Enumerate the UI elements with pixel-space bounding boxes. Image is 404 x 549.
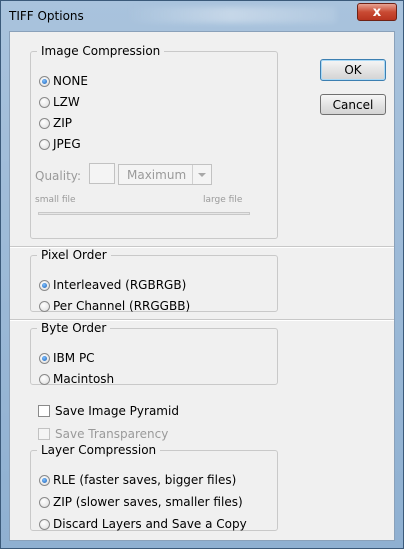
radio-macintosh[interactable]: Macintosh [39, 370, 114, 388]
save-transparency-label: Save Transparency [55, 427, 169, 441]
radio-per-channel-indicator[interactable] [39, 300, 50, 312]
radio-none-indicator[interactable] [39, 75, 50, 87]
cancel-button[interactable]: Cancel [320, 94, 386, 115]
ok-button[interactable]: OK [320, 59, 386, 81]
close-button[interactable]: x [357, 3, 397, 21]
dialog-window: TIFF Options x Image Compression NONE LZ… [0, 0, 404, 549]
byte-order-legend: Byte Order [41, 321, 107, 335]
radio-macintosh-indicator[interactable] [39, 373, 50, 385]
title-bar[interactable]: TIFF Options x [1, 1, 403, 31]
save-image-pyramid-box[interactable] [38, 405, 50, 417]
radio-lzw[interactable]: LZW [39, 93, 80, 111]
large-file-label: large file [203, 195, 243, 205]
radio-layer-zip-indicator[interactable] [39, 496, 50, 508]
radio-rle-label: RLE (faster saves, bigger files) [53, 473, 237, 487]
save-image-pyramid-checkbox[interactable]: Save Image Pyramid [38, 402, 179, 420]
window-title: TIFF Options [9, 9, 84, 23]
image-compression-legend: Image Compression [41, 44, 161, 58]
radio-zip-indicator[interactable] [39, 117, 50, 129]
radio-ibm-pc[interactable]: IBM PC [39, 349, 95, 367]
radio-layer-zip[interactable]: ZIP (slower saves, smaller files) [39, 493, 243, 511]
radio-discard-layers-indicator[interactable] [39, 518, 50, 530]
pixel-order-group: Pixel Order Interleaved (RGBRGB) Per Cha… [30, 248, 278, 315]
radio-layer-zip-label: ZIP (slower saves, smaller files) [53, 495, 243, 509]
pixel-order-legend: Pixel Order [41, 248, 107, 262]
radio-per-channel-label: Per Channel (RRGGBB) [53, 299, 191, 313]
radio-rle[interactable]: RLE (faster saves, bigger files) [39, 471, 236, 489]
radio-none-label: NONE [53, 74, 88, 88]
radio-jpeg-indicator[interactable] [39, 138, 50, 150]
quality-slider[interactable] [38, 212, 250, 215]
radio-discard-layers-label: Discard Layers and Save a Copy [53, 517, 247, 531]
radio-discard-layers[interactable]: Discard Layers and Save a Copy [39, 515, 247, 533]
radio-interleaved-indicator[interactable] [39, 279, 50, 291]
byte-order-group: Byte Order IBM PC Macintosh [30, 321, 278, 388]
small-file-label: small file [35, 195, 76, 205]
quality-input[interactable] [89, 163, 115, 184]
radio-jpeg-label: JPEG [53, 137, 81, 151]
radio-zip-label: ZIP [53, 116, 72, 130]
radio-interleaved-label: Interleaved (RGBRGB) [53, 278, 187, 292]
save-transparency-checkbox: Save Transparency [38, 425, 168, 443]
radio-per-channel[interactable]: Per Channel (RRGGBB) [39, 297, 190, 315]
radio-rle-indicator[interactable] [39, 474, 50, 486]
layer-compression-legend: Layer Compression [41, 443, 157, 457]
save-transparency-box [38, 428, 50, 440]
radio-lzw-indicator[interactable] [39, 96, 50, 108]
image-compression-group: Image Compression NONE LZW ZIP JPEG [30, 44, 278, 239]
quality-select[interactable]: Maximum [118, 164, 212, 185]
save-image-pyramid-label: Save Image Pyramid [55, 404, 179, 418]
radio-interleaved[interactable]: Interleaved (RGBRGB) [39, 276, 186, 294]
dialog-client-area: Image Compression NONE LZW ZIP JPEG Qual… [9, 31, 395, 541]
quality-select-value: Maximum [127, 167, 187, 182]
radio-none[interactable]: NONE [39, 72, 88, 90]
close-icon: x [372, 4, 382, 20]
chevron-down-icon[interactable] [192, 165, 211, 184]
radio-ibm-pc-label: IBM PC [53, 351, 95, 365]
radio-zip[interactable]: ZIP [39, 114, 72, 132]
layer-compression-group: Layer Compression RLE (faster saves, big… [30, 443, 278, 531]
quality-label: Quality: [35, 169, 82, 183]
radio-jpeg[interactable]: JPEG [39, 135, 81, 153]
title-bar-blur [126, 7, 336, 23]
radio-ibm-pc-indicator[interactable] [39, 352, 50, 364]
radio-macintosh-label: Macintosh [53, 372, 115, 386]
radio-lzw-label: LZW [53, 95, 80, 109]
